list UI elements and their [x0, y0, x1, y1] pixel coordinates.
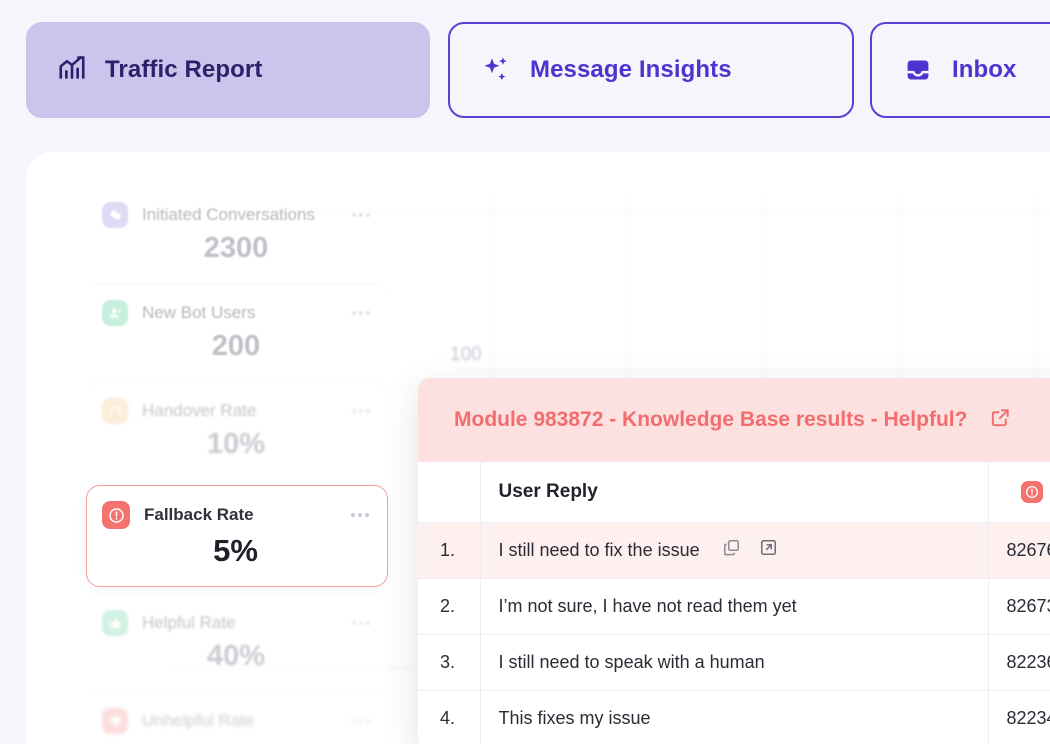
- more-options-icon[interactable]: [352, 621, 370, 625]
- tab-inbox-label: Inbox: [952, 56, 1017, 83]
- user-replies-table: User Reply Fallbc: [418, 462, 1050, 744]
- reply-cell: I still need to fix the issue: [499, 538, 988, 562]
- table-body: 1. I still need to fix the issue 8267 2.…: [418, 522, 1050, 744]
- row-fallback-id: 826731: [988, 578, 1050, 635]
- column-header-fallback[interactable]: Fallbc: [988, 462, 1050, 523]
- row-user-reply: I still need to fix the issue: [479, 522, 989, 579]
- metrics-sidebar: Initiated Conversations 2300 New Bot Use…: [62, 186, 402, 744]
- external-link-icon[interactable]: [989, 406, 1012, 434]
- tab-bar: Traffic Report Message Insights Inbox: [0, 0, 1050, 140]
- metric-value: 200: [211, 330, 261, 362]
- row-index: 1.: [418, 522, 480, 579]
- alert-circle-icon: [1020, 480, 1043, 503]
- metric-card-header: Helpful Rate: [102, 610, 370, 636]
- alert-circle-icon: [102, 501, 130, 529]
- row-index: 3.: [418, 634, 480, 691]
- user-plus-icon: [102, 300, 128, 326]
- metric-card-header: Initiated Conversations: [102, 202, 370, 228]
- thumbs-down-icon: [102, 708, 128, 734]
- metric-value: 5%: [213, 533, 258, 568]
- metric-value: 2300: [203, 232, 269, 264]
- table-row[interactable]: 1. I still need to fix the issue 8267: [418, 522, 1050, 579]
- metric-label: Handover Rate: [142, 401, 257, 420]
- column-header-user-reply[interactable]: User Reply: [479, 462, 989, 523]
- row-fallback-id: 826761: [988, 522, 1050, 579]
- row-user-reply: I’m not sure, I have not read them yet: [479, 578, 989, 635]
- more-options-icon[interactable]: [352, 213, 370, 217]
- column-header-index: [418, 462, 480, 523]
- modal-header: Module 983872 - Knowledge Base results -…: [418, 378, 1050, 462]
- tab-message-insights-label: Message Insights: [530, 56, 732, 83]
- tab-message-insights[interactable]: Message Insights: [448, 22, 854, 118]
- metric-label: New Bot Users: [142, 303, 256, 322]
- module-detail-modal: Module 983872 - Knowledge Base results -…: [418, 378, 1050, 744]
- table-row[interactable]: 4. This fixes my issue 822341: [418, 690, 1050, 744]
- row-actions: [722, 538, 778, 562]
- metric-card-helpful-rate[interactable]: Helpful Rate 40%: [86, 593, 388, 691]
- more-options-icon[interactable]: [352, 719, 370, 723]
- main-panel: 100 20 Initiated Conversations 2300: [26, 152, 1050, 744]
- column-header-fallback-inner: Fallbc: [1007, 480, 1050, 503]
- row-fallback-id: 822341: [988, 690, 1050, 744]
- metric-value: 40%: [206, 640, 266, 672]
- bar-chart-trend-icon: [57, 55, 87, 85]
- modal-title: Module 983872 - Knowledge Base results -…: [454, 408, 968, 431]
- metric-card-fallback-rate[interactable]: Fallback Rate 5%: [86, 485, 388, 587]
- row-fallback-id: 822361: [988, 634, 1050, 691]
- tab-inbox[interactable]: Inbox: [870, 22, 1050, 118]
- headset-icon: [102, 398, 128, 424]
- metric-label: Fallback Rate: [144, 505, 254, 524]
- metric-label: Initiated Conversations: [142, 205, 315, 224]
- metric-card-handover-rate[interactable]: Handover Rate 10%: [86, 381, 388, 479]
- reply-text: I still need to fix the issue: [498, 539, 700, 560]
- chat-bubbles-icon: [102, 202, 128, 228]
- metric-card-header: New Bot Users: [102, 300, 370, 326]
- metric-card-header: Unhelpful Rate: [102, 708, 370, 734]
- metric-label: Helpful Rate: [142, 613, 236, 632]
- y-axis-tick-100: 100: [450, 344, 482, 365]
- row-index: 4.: [418, 690, 480, 744]
- tab-traffic-report-label: Traffic Report: [105, 56, 263, 83]
- table-row[interactable]: 2. I’m not sure, I have not read them ye…: [418, 578, 1050, 635]
- metric-card-header: Fallback Rate: [102, 501, 369, 529]
- metric-card-initiated-conversations[interactable]: Initiated Conversations 2300: [86, 186, 388, 283]
- table-header: User Reply Fallbc: [418, 462, 1050, 523]
- metric-card-new-bot-users[interactable]: New Bot Users 200: [86, 283, 388, 381]
- table-row[interactable]: 3. I still need to speak with a human 82…: [418, 634, 1050, 691]
- metric-label: Unhelpful Rate: [142, 711, 255, 730]
- more-options-icon[interactable]: [352, 311, 370, 315]
- metric-card-unhelpful-rate[interactable]: Unhelpful Rate: [86, 691, 388, 744]
- copy-icon[interactable]: [722, 538, 741, 562]
- external-link-icon[interactable]: [759, 538, 778, 562]
- thumbs-up-icon: [102, 610, 128, 636]
- metric-card-header: Handover Rate: [102, 398, 370, 424]
- row-user-reply: This fixes my issue: [479, 690, 989, 744]
- more-options-icon[interactable]: [351, 513, 369, 517]
- app-root: Traffic Report Message Insights Inbox 10…: [0, 0, 1050, 744]
- metric-value: 10%: [206, 428, 266, 460]
- row-user-reply: I still need to speak with a human: [479, 634, 989, 691]
- row-index: 2.: [418, 578, 480, 635]
- sparkles-icon: [480, 54, 512, 86]
- tab-traffic-report[interactable]: Traffic Report: [26, 22, 430, 118]
- more-options-icon[interactable]: [352, 409, 370, 413]
- inbox-tray-icon: [902, 54, 934, 86]
- table-header-row: User Reply Fallbc: [418, 462, 1050, 523]
